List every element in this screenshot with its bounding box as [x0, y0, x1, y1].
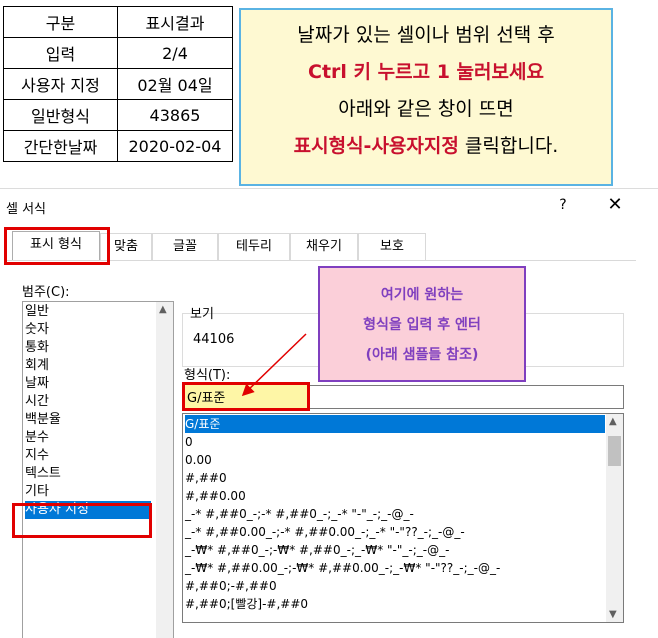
arrow-line	[241, 333, 307, 397]
callout-arrow	[241, 333, 307, 397]
